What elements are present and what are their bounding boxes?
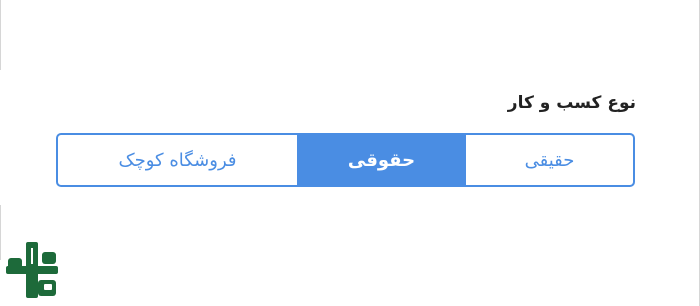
option-small-shop[interactable]: فروشگاه کوچک <box>58 135 299 185</box>
business-type-segmented-control: حقیقی حقوقی فروشگاه کوچک <box>56 133 635 187</box>
option-real-person[interactable]: حقیقی <box>466 135 633 185</box>
business-type-label: نوع کسب و کار <box>507 93 636 113</box>
option-legal-entity[interactable]: حقوقی <box>299 135 466 185</box>
screen: نوع کسب و کار حقیقی حقوقی فروشگاه کوچک <box>0 0 700 306</box>
frame-edge <box>0 0 1 70</box>
brand-logo-icon <box>6 242 58 298</box>
frame-edge <box>0 205 1 260</box>
